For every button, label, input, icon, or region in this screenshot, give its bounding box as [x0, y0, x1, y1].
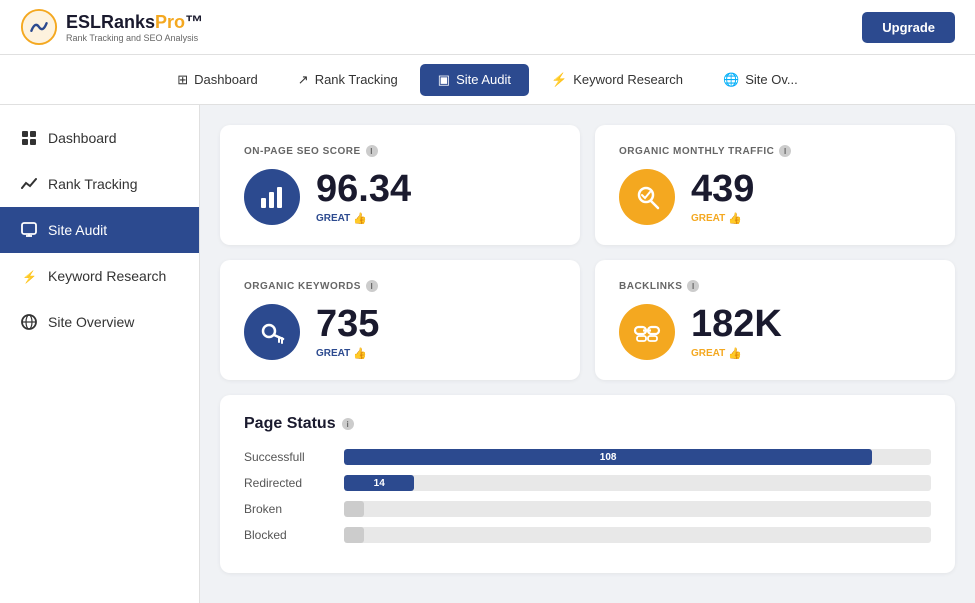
rank-tracking-sidebar-icon [20, 175, 38, 193]
status-bar-broken-container [344, 501, 931, 517]
translate-icon: ⚡ [551, 72, 567, 88]
nav-label-site-audit: Site Audit [456, 72, 511, 87]
keyword-research-sidebar-icon: ⚡ [20, 267, 38, 285]
organic-traffic-value: 439 [691, 170, 754, 208]
organic-keywords-status: GREAT 👍 [316, 347, 379, 360]
globe-icon: 🌐 [723, 72, 739, 88]
site-overview-sidebar-icon [20, 313, 38, 331]
sidebar-item-keyword-research[interactable]: ⚡ Keyword Research [0, 253, 199, 299]
status-label-blocked: Blocked [244, 528, 334, 542]
search-chart-icon [632, 182, 662, 212]
sidebar: Dashboard Rank Tracking Site Audit ⚡ Key… [0, 105, 200, 603]
backlinks-card: BACKLINKS i 182K [595, 260, 955, 380]
status-bar-blocked-container [344, 527, 931, 543]
sidebar-label-keyword-research: Keyword Research [48, 268, 166, 284]
sidebar-label-dashboard: Dashboard [48, 130, 117, 146]
on-page-seo-icon-circle [244, 169, 300, 225]
organic-keywords-value: 735 [316, 305, 379, 343]
status-row-redirected: Redirected 14 [244, 475, 931, 491]
grid-icon: ⊞ [177, 72, 188, 88]
organic-keywords-icon-circle [244, 304, 300, 360]
dashboard-sidebar-icon [20, 129, 38, 147]
nav-label-site-overview: Site Ov... [745, 72, 798, 87]
nav-label-dashboard: Dashboard [194, 72, 258, 87]
status-bar-redirected: 14 [344, 475, 414, 491]
brand-tagline: Rank Tracking and SEO Analysis [66, 33, 203, 43]
brand-name: ESLRanksPro™ [66, 12, 203, 33]
status-label-broken: Broken [244, 502, 334, 516]
organic-traffic-card: ORGANIC MONTHLY TRAFFIC i 439 [595, 125, 955, 245]
page-status-card: Page Status i Successfull 108 Redirected… [220, 395, 955, 573]
nav-bar: ⊞ Dashboard ↗ Rank Tracking ▣ Site Audit… [0, 55, 975, 105]
status-label-redirected: Redirected [244, 476, 334, 490]
status-bar-successful-container: 108 [344, 449, 931, 465]
page-status-info-icon[interactable]: i [342, 418, 354, 430]
trending-up-icon: ↗ [298, 72, 309, 88]
status-row-blocked: Blocked [244, 527, 931, 543]
organic-traffic-info-icon[interactable]: i [779, 145, 791, 157]
svg-text:⚡: ⚡ [22, 270, 37, 284]
status-label-successful: Successfull [244, 450, 334, 464]
main-content: ON-PAGE SEO SCORE i 96.34 GRE [200, 105, 975, 603]
links-icon [632, 317, 662, 347]
organic-traffic-title: ORGANIC MONTHLY TRAFFIC i [619, 145, 931, 157]
organic-keywords-title: ORGANIC KEYWORDS i [244, 280, 556, 292]
status-bar-redirected-container: 14 [344, 475, 931, 491]
logo: ESLRanksPro™ Rank Tracking and SEO Analy… [20, 8, 203, 46]
thumbs-up-orange-icon: 👍 [728, 212, 742, 225]
sidebar-item-site-overview[interactable]: Site Overview [0, 299, 199, 345]
on-page-seo-card: ON-PAGE SEO SCORE i 96.34 GRE [220, 125, 580, 245]
thumbs-up-bl-icon: 👍 [728, 347, 742, 360]
key-icon [257, 317, 287, 347]
sidebar-item-dashboard[interactable]: Dashboard [0, 115, 199, 161]
upgrade-button[interactable]: Upgrade [862, 12, 955, 43]
sidebar-label-site-audit: Site Audit [48, 222, 107, 238]
status-bar-successful: 108 [344, 449, 872, 465]
organic-traffic-status: GREAT 👍 [691, 212, 754, 225]
sidebar-item-rank-tracking[interactable]: Rank Tracking [0, 161, 199, 207]
backlinks-info-icon[interactable]: i [687, 280, 699, 292]
nav-item-site-overview[interactable]: 🌐 Site Ov... [705, 64, 816, 96]
organic-traffic-icon-circle [619, 169, 675, 225]
backlinks-value: 182K [691, 305, 782, 343]
monitor-icon: ▣ [438, 72, 450, 88]
nav-item-rank-tracking[interactable]: ↗ Rank Tracking [280, 64, 416, 96]
nav-label-rank-tracking: Rank Tracking [315, 72, 398, 87]
bar-chart-icon [257, 182, 287, 212]
thumbs-up-kw-icon: 👍 [353, 347, 367, 360]
backlinks-title: BACKLINKS i [619, 280, 931, 292]
site-audit-sidebar-icon [20, 221, 38, 239]
sidebar-label-site-overview: Site Overview [48, 314, 134, 330]
nav-item-site-audit[interactable]: ▣ Site Audit [420, 64, 529, 96]
sidebar-item-site-audit[interactable]: Site Audit [0, 207, 199, 253]
on-page-seo-title: ON-PAGE SEO SCORE i [244, 145, 556, 157]
sidebar-label-rank-tracking: Rank Tracking [48, 176, 137, 192]
nav-label-keyword-research: Keyword Research [573, 72, 683, 87]
on-page-seo-info-icon[interactable]: i [366, 145, 378, 157]
status-bar-blocked [344, 527, 364, 543]
thumbs-up-icon: 👍 [353, 212, 367, 225]
on-page-seo-status: GREAT 👍 [316, 212, 411, 225]
logo-icon [20, 8, 58, 46]
backlinks-icon-circle [619, 304, 675, 360]
status-row-broken: Broken [244, 501, 931, 517]
organic-keywords-info-icon[interactable]: i [366, 280, 378, 292]
on-page-seo-value: 96.34 [316, 170, 411, 208]
organic-keywords-card: ORGANIC KEYWORDS i 735 [220, 260, 580, 380]
backlinks-status: GREAT 👍 [691, 347, 782, 360]
status-row-successful: Successfull 108 [244, 449, 931, 465]
page-status-title: Page Status i [244, 415, 931, 433]
nav-item-dashboard[interactable]: ⊞ Dashboard [159, 64, 276, 96]
status-bar-broken [344, 501, 364, 517]
nav-item-keyword-research[interactable]: ⚡ Keyword Research [533, 64, 701, 96]
